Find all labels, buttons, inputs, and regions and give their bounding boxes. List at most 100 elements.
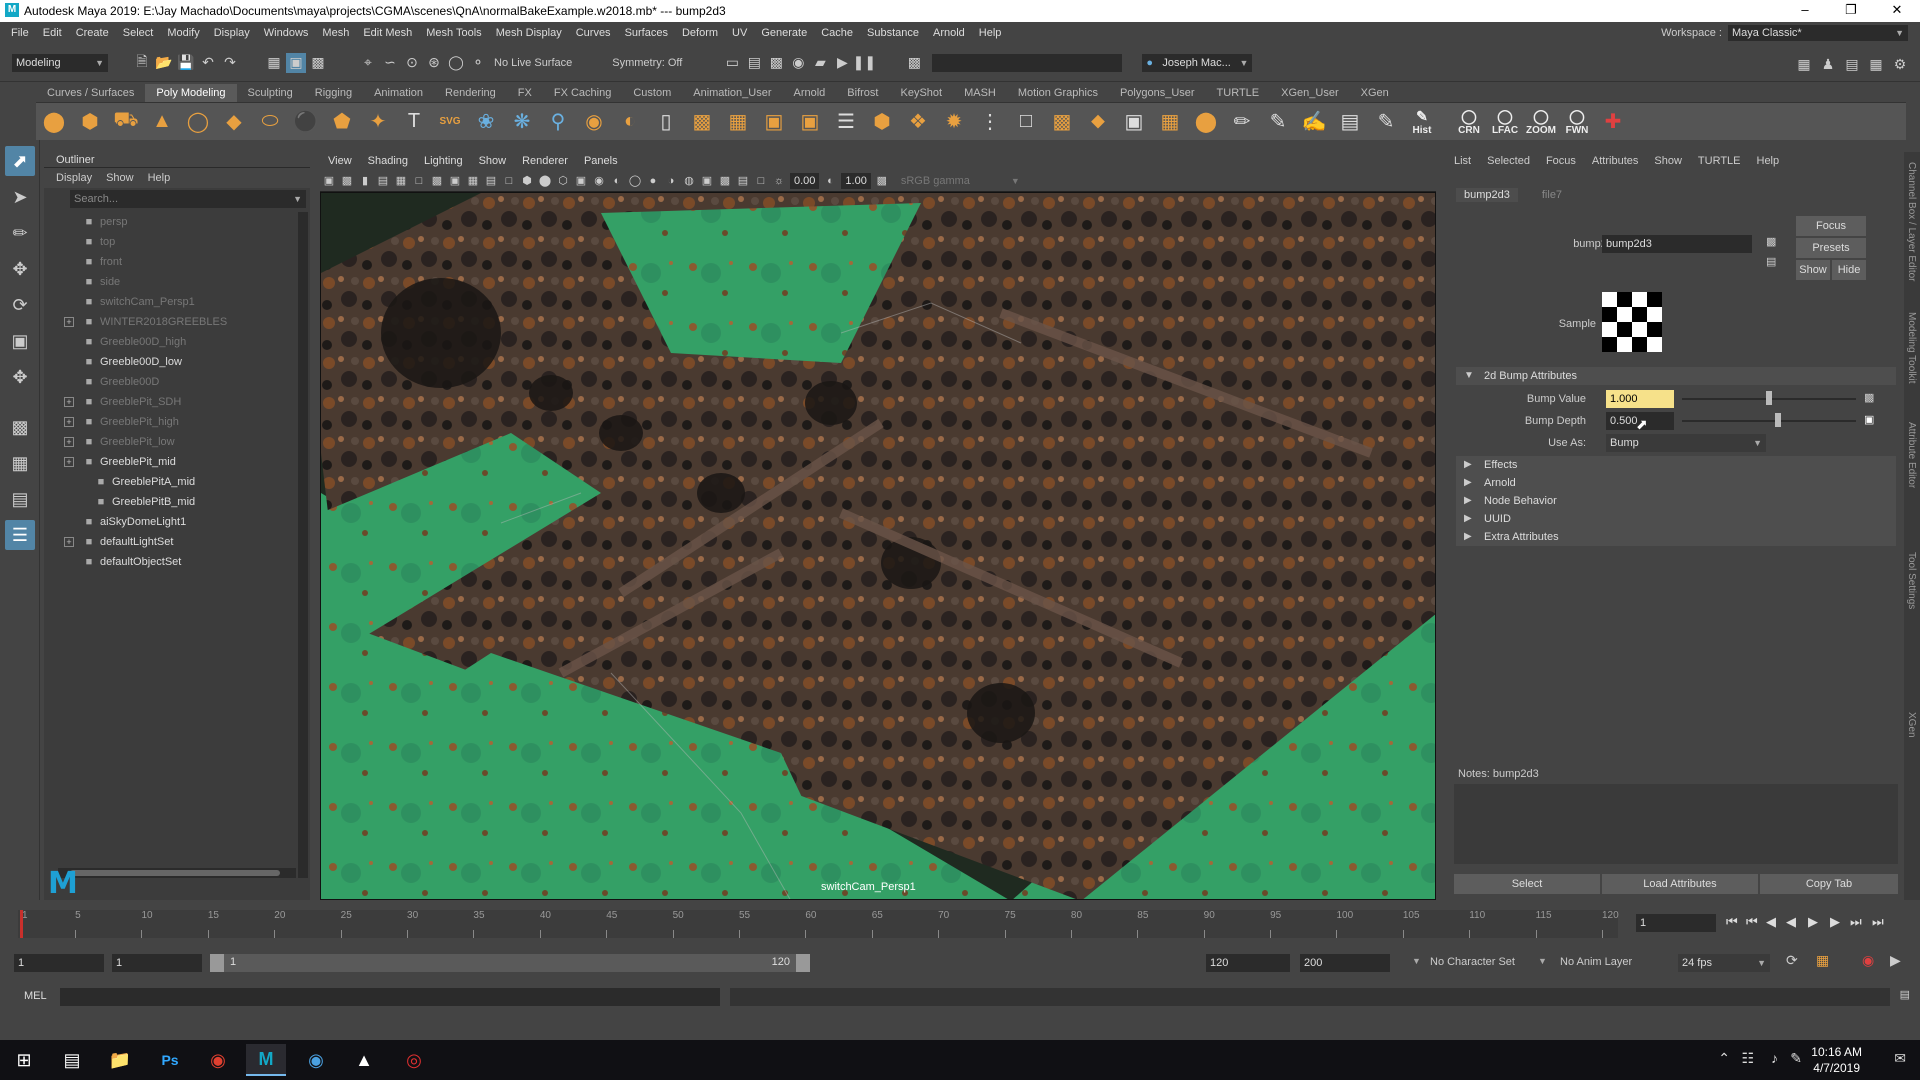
- single-perspective-layout-icon[interactable]: ▩: [5, 412, 35, 442]
- outliner-search-field[interactable]: Search... ▼: [70, 190, 306, 208]
- outliner-item[interactable]: + ■ WINTER2018GREEBLES: [44, 312, 310, 332]
- viewport-menu-item[interactable]: Shading: [360, 152, 416, 170]
- menu-item[interactable]: Mesh Display: [489, 22, 569, 44]
- type-tool-icon[interactable]: T: [399, 107, 429, 137]
- notes-field[interactable]: [1454, 784, 1898, 864]
- mel-label[interactable]: MEL: [24, 990, 47, 1002]
- side-tab[interactable]: XGen: [1906, 712, 1917, 738]
- quad-draw-icon[interactable]: □: [1011, 107, 1041, 137]
- paint-select-tool-icon[interactable]: ✏: [5, 218, 35, 248]
- expand-icon[interactable]: +: [64, 317, 74, 327]
- outliner-item[interactable]: ■ defaultObjectSet: [44, 552, 310, 572]
- save-scene-icon[interactable]: 💾: [176, 53, 196, 73]
- close-button[interactable]: ✕: [1874, 0, 1920, 22]
- node-tab[interactable]: bump2d3: [1456, 188, 1518, 202]
- shelf-tab[interactable]: Rendering: [434, 84, 507, 102]
- platonic-solid-icon[interactable]: ⬟: [327, 107, 357, 137]
- select-hierarchy-icon[interactable]: ▦: [264, 53, 284, 73]
- side-tab[interactable]: Channel Box / Layer Editor: [1906, 162, 1917, 282]
- outliner-item[interactable]: ■ aiSkyDomeLight1: [44, 512, 310, 532]
- recorder-icon[interactable]: ◉: [296, 1044, 336, 1076]
- range-bar[interactable]: 1 120: [210, 954, 810, 972]
- outliner-menu-item[interactable]: Display: [56, 172, 92, 184]
- menu-item[interactable]: Generate: [754, 22, 814, 44]
- attribute-editor-menu-item[interactable]: Selected: [1487, 155, 1530, 167]
- expand-icon[interactable]: +: [64, 457, 74, 467]
- symmetry-label[interactable]: Symmetry: Off: [612, 57, 682, 69]
- notifications-icon[interactable]: ✉: [1894, 1050, 1906, 1067]
- combine-icon[interactable]: ❀: [471, 107, 501, 137]
- go-to-end-icon[interactable]: ⏭: [1872, 914, 1884, 930]
- character-set-menu-icon[interactable]: ▼: [1412, 956, 1421, 966]
- viewport-menu-item[interactable]: Renderer: [514, 152, 576, 170]
- scrollbar-thumb[interactable]: [70, 870, 280, 876]
- outliner-item[interactable]: ■ side: [44, 272, 310, 292]
- menu-item[interactable]: Curves: [569, 22, 618, 44]
- expand-icon[interactable]: +: [64, 397, 74, 407]
- step-back-frame-icon[interactable]: ◀: [1766, 914, 1776, 930]
- new-scene-icon[interactable]: 🗎: [132, 53, 152, 73]
- field-chart-icon[interactable]: ▦: [465, 173, 481, 189]
- attribute-editor-menu-item[interactable]: Help: [1757, 155, 1780, 167]
- paint-tool-icon[interactable]: ✏: [1227, 107, 1257, 137]
- bool-union-icon[interactable]: ▩: [687, 107, 717, 137]
- snap-point-icon[interactable]: ⊙: [402, 53, 422, 73]
- select-camera-icon[interactable]: ▣: [321, 173, 337, 189]
- menu-item[interactable]: UV: [725, 22, 754, 44]
- menu-item[interactable]: Edit Mesh: [356, 22, 419, 44]
- poly-cone-icon[interactable]: ▲: [147, 107, 177, 137]
- end-time-field[interactable]: 200: [1300, 954, 1390, 972]
- side-tab[interactable]: Tool Settings: [1906, 552, 1917, 609]
- modeling-toolkit-icon[interactable]: ▦: [1794, 54, 1814, 74]
- undo-icon[interactable]: ↶: [198, 53, 218, 73]
- move-tool-icon[interactable]: ✥: [5, 254, 35, 284]
- viewport-menu-item[interactable]: Panels: [576, 152, 626, 170]
- super-shape-icon[interactable]: ✦: [363, 107, 393, 137]
- presets-button[interactable]: Presets: [1796, 238, 1866, 258]
- menu-item[interactable]: Arnold: [926, 22, 972, 44]
- poly-cube-icon[interactable]: ⬢: [75, 107, 105, 137]
- snap-surface-icon[interactable]: ◯: [446, 53, 466, 73]
- outliner-item[interactable]: + ■ defaultLightSet: [44, 532, 310, 552]
- outliner-item[interactable]: ■ GreeblePitA_mid: [44, 472, 310, 492]
- rotate-tool-icon[interactable]: ⟳: [5, 290, 35, 320]
- start-time-field[interactable]: 1: [14, 954, 104, 972]
- copy-node-icon[interactable]: ▤: [1766, 255, 1776, 268]
- poly-cylinder-icon[interactable]: ⛟: [111, 107, 141, 137]
- fwn-icon[interactable]: ◯ FWN: [1562, 107, 1592, 137]
- outliner-item[interactable]: + ■ GreeblePit_low: [44, 432, 310, 452]
- append-polygon-icon[interactable]: ✹: [939, 107, 969, 137]
- script-editor-button-icon[interactable]: ▤: [1900, 988, 1910, 1001]
- shelf-tab[interactable]: XGen: [1350, 84, 1400, 102]
- merge-icon[interactable]: ▩: [1047, 107, 1077, 137]
- bump-depth-slider-knob[interactable]: [1774, 413, 1781, 427]
- menu-item[interactable]: Create: [69, 22, 116, 44]
- anim-layer-menu-icon[interactable]: ▼: [1538, 956, 1547, 966]
- outliner-item[interactable]: ■ Greeble00D_low: [44, 352, 310, 372]
- side-tab[interactable]: Modeling Toolkit: [1906, 312, 1917, 384]
- uv-layout-icon[interactable]: ▤: [1335, 107, 1365, 137]
- center-pivot-icon[interactable]: ◯ CRN: [1454, 107, 1484, 137]
- play-forwards-icon[interactable]: ▶: [1808, 914, 1818, 930]
- backface-culling-icon[interactable]: □: [753, 173, 769, 189]
- bump-value-map-icon[interactable]: ▩: [1864, 391, 1874, 404]
- menu-item[interactable]: Cache: [814, 22, 860, 44]
- motion-blur-icon[interactable]: ●: [645, 173, 661, 189]
- viewport-menu-item[interactable]: Show: [471, 152, 515, 170]
- 3d-viewport[interactable]: switchCam_Persp1: [320, 192, 1436, 900]
- camera-attributes-icon[interactable]: ▩: [339, 173, 355, 189]
- shelf-tab[interactable]: Bifrost: [836, 84, 889, 102]
- redo-icon[interactable]: ↷: [220, 53, 240, 73]
- section-header[interactable]: ▶ Extra Attributes: [1456, 528, 1896, 546]
- freeze-transform-icon[interactable]: ✎: [1371, 107, 1401, 137]
- attribute-editor-menu-item[interactable]: Focus: [1546, 155, 1576, 167]
- menu-set-combo[interactable]: Modeling ▼: [12, 53, 108, 72]
- menu-item[interactable]: Display: [207, 22, 257, 44]
- auto-key-icon[interactable]: ▦: [1816, 952, 1829, 969]
- outliner-item[interactable]: ■ switchCam_Persp1: [44, 292, 310, 312]
- load-attributes-button[interactable]: Load Attributes: [1602, 874, 1758, 894]
- make-live-icon[interactable]: ⚬: [468, 53, 488, 73]
- anim-layer-label[interactable]: No Anim Layer: [1560, 956, 1632, 968]
- menu-item[interactable]: Mesh Tools: [419, 22, 488, 44]
- poly-pipe-icon[interactable]: ⚫: [291, 107, 321, 137]
